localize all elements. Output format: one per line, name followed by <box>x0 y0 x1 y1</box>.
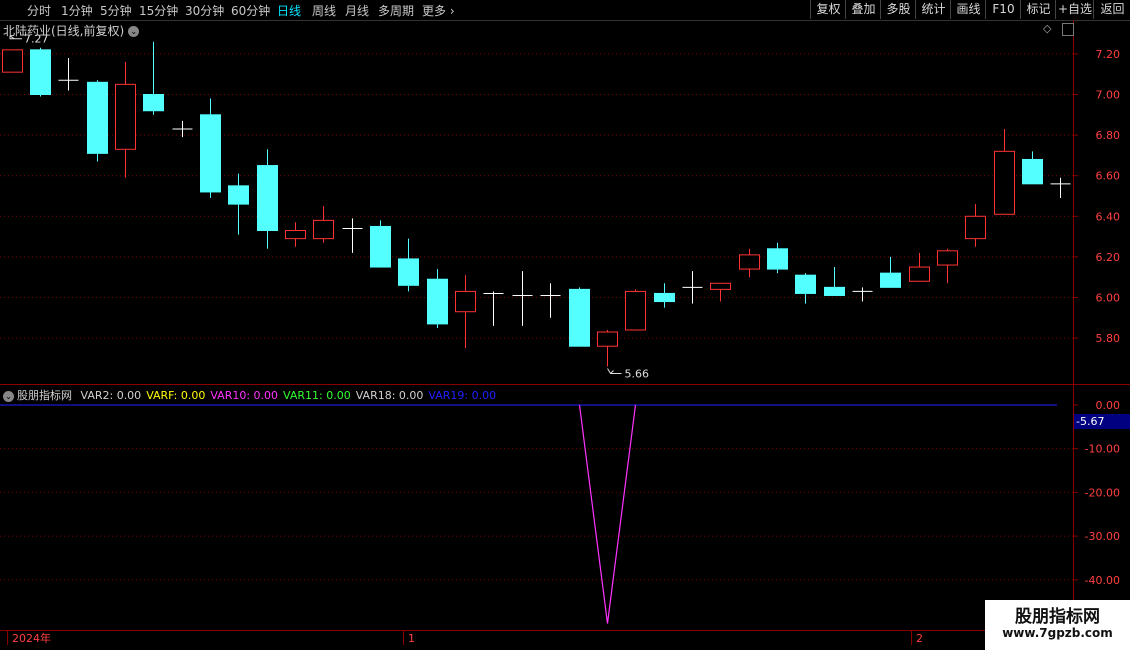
price-label: 6.00 <box>1096 292 1121 305</box>
candle-body <box>965 215 986 240</box>
indicator-var-1: VARF: 0.00 <box>146 389 206 402</box>
candle-body <box>2 49 23 73</box>
indicator-vars: VAR2: 0.00 VARF: 0.00 VAR10: 0.00 VAR11: 0.… <box>81 389 502 402</box>
candle-body <box>143 94 164 112</box>
diamond-icon[interactable]: ◇ <box>1043 22 1051 35</box>
indicator-var-3: VAR11: 0.00 <box>283 389 351 402</box>
candle-body <box>200 114 221 193</box>
candle-body <box>228 185 249 205</box>
time-label: 2024年 <box>12 631 51 645</box>
chevron-down-icon[interactable]: ⌄ <box>3 390 14 402</box>
candle-body <box>455 290 476 313</box>
indicator-var-0: VAR2: 0.00 <box>80 389 142 402</box>
candle-body <box>909 266 930 282</box>
indicator-var-5: VAR19: 0.00 <box>428 389 497 402</box>
price-label: 7.00 <box>1096 89 1121 102</box>
time-label: 2 <box>916 632 923 645</box>
indicator-axis-label: 0.00 <box>1096 399 1121 412</box>
price-label: 6.80 <box>1096 129 1121 142</box>
candle-body <box>795 274 816 294</box>
watermark-name: 股朋指标网 <box>1015 607 1100 627</box>
candle-body <box>115 83 136 150</box>
candle-body <box>30 49 51 95</box>
price-label: 6.40 <box>1096 210 1121 223</box>
stock-title: 北陆药业(日线,前复权) ⌄ <box>3 22 140 39</box>
price-label: 5.80 <box>1096 332 1121 345</box>
watermark: 股朋指标网 www.7gpzb.com <box>985 600 1130 650</box>
indicator-var-4: VAR18: 0.00 <box>355 389 424 402</box>
low-marker-label: 5.66 <box>625 368 650 381</box>
candle-body <box>880 272 901 288</box>
time-label: 1 <box>408 632 415 645</box>
price-label: 6.60 <box>1096 170 1121 183</box>
indicator-var10-line <box>578 404 637 624</box>
indicator-axis-label: -30.00 <box>1085 530 1120 543</box>
indicator-name: 股朋指标网 <box>17 389 72 402</box>
candle-body <box>257 165 278 232</box>
candle-body <box>398 258 419 286</box>
candle-body <box>710 282 731 290</box>
indicator-axis-label: -10.00 <box>1085 443 1120 456</box>
candle-body <box>569 288 590 347</box>
candle-body <box>937 250 958 266</box>
kline-chart: 7.207.006.806.606.406.206.005.807.275.66… <box>0 20 1130 650</box>
candle-body <box>625 290 646 331</box>
candle-body <box>994 150 1015 215</box>
candle-body <box>313 219 334 240</box>
price-label: 6.20 <box>1096 251 1121 264</box>
low-marker-arrow <box>607 368 622 375</box>
chevron-down-icon[interactable]: ⌄ <box>128 26 140 37</box>
candle-body <box>1022 158 1043 185</box>
stock-title-text: 北陆药业(日线,前复权) <box>3 24 125 38</box>
candle-body <box>767 248 788 270</box>
indicator-title: ⌄ 股朋指标网 VAR2: 0.00 VARF: 0.00 VAR10: 0.00 VA… <box>3 387 506 403</box>
indicator-var-2: VAR10: 0.00 <box>210 389 279 402</box>
candle-body <box>597 331 618 347</box>
candle-body <box>824 286 845 296</box>
candle-body <box>427 278 448 325</box>
indicator-axis-label: -20.00 <box>1085 486 1120 499</box>
indicator-current-value: -5.67 <box>1076 415 1104 428</box>
candle-body <box>739 254 760 270</box>
candle-body <box>654 292 675 303</box>
candle-body <box>87 81 108 154</box>
watermark-url: www.7gpzb.com <box>1002 626 1113 640</box>
indicator-axis-label: -40.00 <box>1085 574 1120 587</box>
candle-body <box>285 230 306 240</box>
price-label: 7.20 <box>1096 48 1121 61</box>
candle-body <box>370 225 391 268</box>
panel-toggle-icon[interactable] <box>1062 23 1074 36</box>
